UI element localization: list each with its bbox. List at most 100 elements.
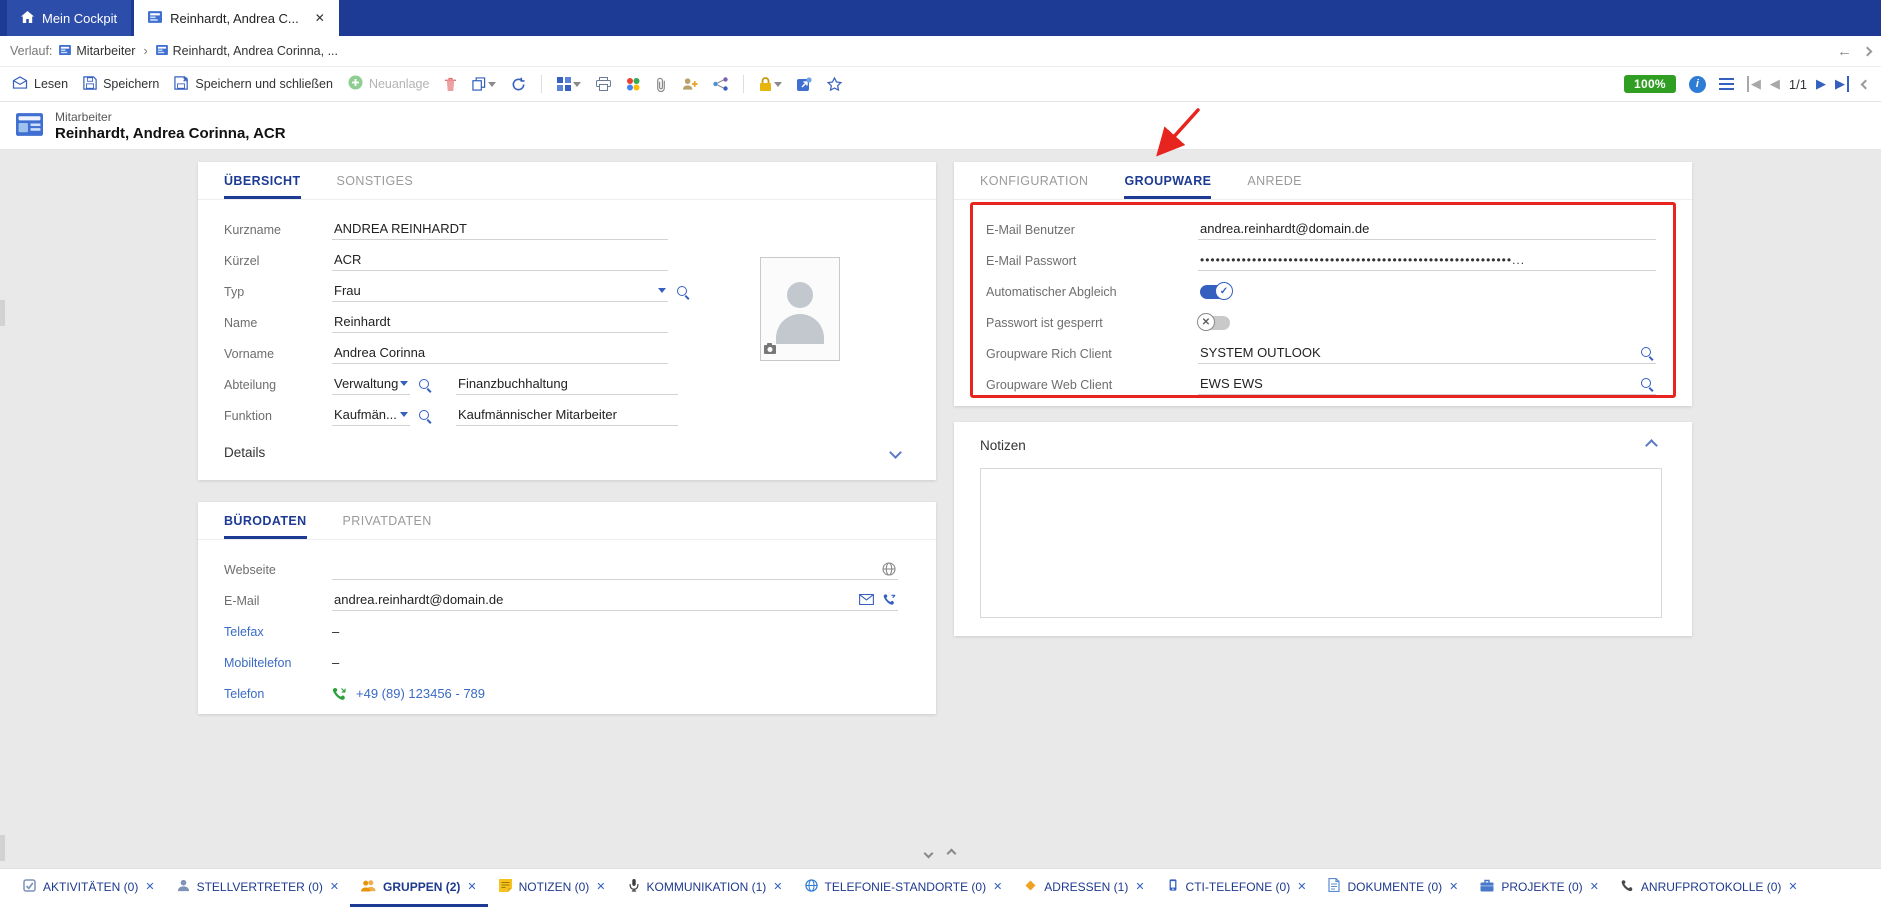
tab-konfiguration[interactable]: KONFIGURATION [980, 162, 1088, 199]
new-button[interactable]: Neuanlage [348, 75, 429, 93]
chevron-down-icon[interactable] [400, 412, 408, 417]
vorname-input[interactable]: Andrea Corinna [332, 343, 668, 364]
bottom-tab-anrufprotokolle[interactable]: ANRUFPROTOKOLLE (0) ✕ [1610, 869, 1809, 907]
share-network-icon[interactable] [713, 77, 728, 91]
web-client-input[interactable]: EWS EWS [1198, 374, 1656, 395]
tab-record-reinhardt[interactable]: Reinhardt, Andrea C... ✕ [134, 0, 339, 36]
email-benutzer-input[interactable]: andrea.reinhardt@domain.de [1198, 219, 1656, 240]
email-passwort-input[interactable]: ••••••••••••••••••••••••••••••••••••••••… [1198, 251, 1656, 271]
globe-icon[interactable] [882, 562, 896, 576]
nav-last-icon[interactable]: ▶ [1835, 76, 1849, 92]
abgleich-toggle-on[interactable] [1200, 285, 1230, 299]
chevron-down-icon[interactable] [488, 82, 496, 87]
bottom-tab-adressen[interactable]: ADRESSEN (1) ✕ [1013, 869, 1155, 907]
bottom-tab-cti-telefone[interactable]: CTI-TELEFONE (0) ✕ [1156, 869, 1318, 907]
copy-icon[interactable] [472, 77, 496, 91]
forward-icon[interactable] [797, 77, 812, 91]
close-icon[interactable]: ✕ [773, 880, 782, 893]
close-icon[interactable]: ✕ [145, 880, 154, 893]
left-panel-handle[interactable] [0, 300, 5, 326]
chevron-down-icon[interactable] [658, 288, 666, 293]
typ-select[interactable]: Frau [332, 281, 668, 302]
breadcrumb-item-record[interactable]: Reinhardt, Andrea Corinna, ... [156, 44, 338, 58]
rich-client-input[interactable]: SYSTEM OUTLOOK [1198, 343, 1656, 364]
search-icon[interactable] [418, 378, 432, 392]
kuerzel-input[interactable]: ACR [332, 250, 668, 271]
close-icon[interactable]: ✕ [596, 880, 605, 893]
bottom-tab-dokumente[interactable]: DOKUMENTE (0) ✕ [1317, 869, 1469, 907]
apps-grid-icon[interactable] [557, 77, 581, 91]
chevron-up-icon[interactable] [1645, 439, 1658, 452]
funktion-detail-input[interactable]: Kaufmännischer Mitarbeiter [456, 405, 678, 426]
voip-call-icon[interactable] [883, 593, 896, 606]
tab-uebersicht[interactable]: ÜBERSICHT [224, 162, 301, 199]
close-icon[interactable]: ✕ [1135, 880, 1144, 893]
bottom-tab-notizen[interactable]: NOTIZEN (0) ✕ [488, 869, 617, 907]
telefon-value-link[interactable]: +49 (89) 123456 - 789 [356, 686, 485, 701]
bottom-tab-telefonie-standorte[interactable]: TELEFONIE-STANDORTE (0) ✕ [794, 869, 1014, 907]
notes-textarea[interactable] [980, 468, 1662, 618]
tab-groupware[interactable]: GROUPWARE [1124, 162, 1211, 199]
telefon-link-label[interactable]: Telefon [224, 687, 332, 701]
chevron-down-icon[interactable] [573, 82, 581, 87]
read-button[interactable]: Lesen [12, 76, 68, 92]
employee-photo-placeholder[interactable] [760, 257, 840, 361]
add-participant-icon[interactable] [682, 77, 698, 91]
info-icon[interactable] [1689, 76, 1706, 93]
close-icon[interactable]: ✕ [1449, 880, 1458, 893]
close-icon[interactable]: ✕ [467, 880, 476, 893]
save-close-button[interactable]: Speichern und schließen [174, 76, 333, 93]
history-back-icon[interactable]: ← [1837, 43, 1852, 60]
favorite-star-icon[interactable] [827, 77, 842, 91]
search-icon[interactable] [676, 285, 690, 299]
bottom-tab-kommunikation[interactable]: KOMMUNIKATION (1) ✕ [617, 869, 794, 907]
webseite-input[interactable] [332, 560, 898, 580]
chevron-down-icon[interactable] [889, 446, 902, 459]
menu-icon[interactable] [1719, 78, 1734, 90]
tab-sonstiges[interactable]: SONSTIGES [337, 162, 414, 199]
send-email-icon[interactable] [859, 594, 874, 605]
search-icon[interactable] [1640, 377, 1654, 391]
tab-mein-cockpit[interactable]: Mein Cockpit [7, 0, 131, 36]
chevron-down-icon[interactable] [400, 381, 408, 386]
camera-icon[interactable] [764, 342, 778, 357]
abteilung-select[interactable]: Verwaltung [332, 374, 410, 395]
telefax-link-label[interactable]: Telefax [224, 625, 332, 639]
funktion-select[interactable]: Kaufmän... [332, 405, 410, 426]
abteilung-detail-input[interactable]: Finanzbuchhaltung [456, 374, 678, 395]
close-icon[interactable]: ✕ [330, 880, 339, 893]
nav-first-icon[interactable]: ◀ [1747, 76, 1761, 92]
close-icon[interactable]: ✕ [1590, 880, 1599, 893]
left-panel-handle[interactable] [0, 835, 5, 861]
email-input[interactable]: andrea.reinhardt@domain.de [332, 590, 898, 611]
gesperrt-toggle-off[interactable] [1200, 316, 1230, 330]
search-icon[interactable] [418, 409, 432, 423]
search-icon[interactable] [1640, 346, 1654, 360]
bottom-tab-stellvertreter[interactable]: STELLVERTRETER (0) ✕ [166, 869, 350, 907]
chevron-down-icon[interactable] [774, 82, 782, 87]
bottom-tab-aktivitaeten[interactable]: AKTIVITÄTEN (0) ✕ [12, 869, 166, 907]
nav-next-icon[interactable]: ▶ [1816, 76, 1826, 92]
expand-panel-icon[interactable] [947, 849, 957, 859]
refresh-icon[interactable] [511, 77, 526, 92]
save-button[interactable]: Speichern [83, 76, 159, 93]
nav-prev-icon[interactable]: ◀ [1770, 76, 1780, 92]
call-icon[interactable] [332, 686, 347, 701]
collapse-panel-icon[interactable] [924, 849, 934, 859]
zoom-badge[interactable]: 100% [1624, 75, 1676, 93]
bottom-tab-projekte[interactable]: PROJEKTE (0) ✕ [1469, 869, 1610, 907]
close-icon[interactable]: ✕ [1297, 880, 1306, 893]
paperclip-icon[interactable] [655, 77, 667, 92]
close-icon[interactable]: ✕ [993, 880, 1002, 893]
tab-privatdaten[interactable]: PRIVATDATEN [343, 502, 432, 539]
print-icon[interactable] [596, 77, 611, 91]
panel-collapse-icon[interactable] [1861, 79, 1871, 89]
office-colors-icon[interactable] [626, 77, 640, 91]
tab-anrede[interactable]: ANREDE [1247, 162, 1302, 199]
kurzname-input[interactable]: ANDREA REINHARDT [332, 219, 668, 240]
mobiltelefon-link-label[interactable]: Mobiltelefon [224, 656, 332, 670]
close-icon[interactable]: ✕ [315, 11, 325, 25]
bottom-tab-gruppen[interactable]: GRUPPEN (2) ✕ [350, 869, 488, 907]
close-icon[interactable]: ✕ [1788, 880, 1797, 893]
name-input[interactable]: Reinhardt [332, 312, 668, 333]
